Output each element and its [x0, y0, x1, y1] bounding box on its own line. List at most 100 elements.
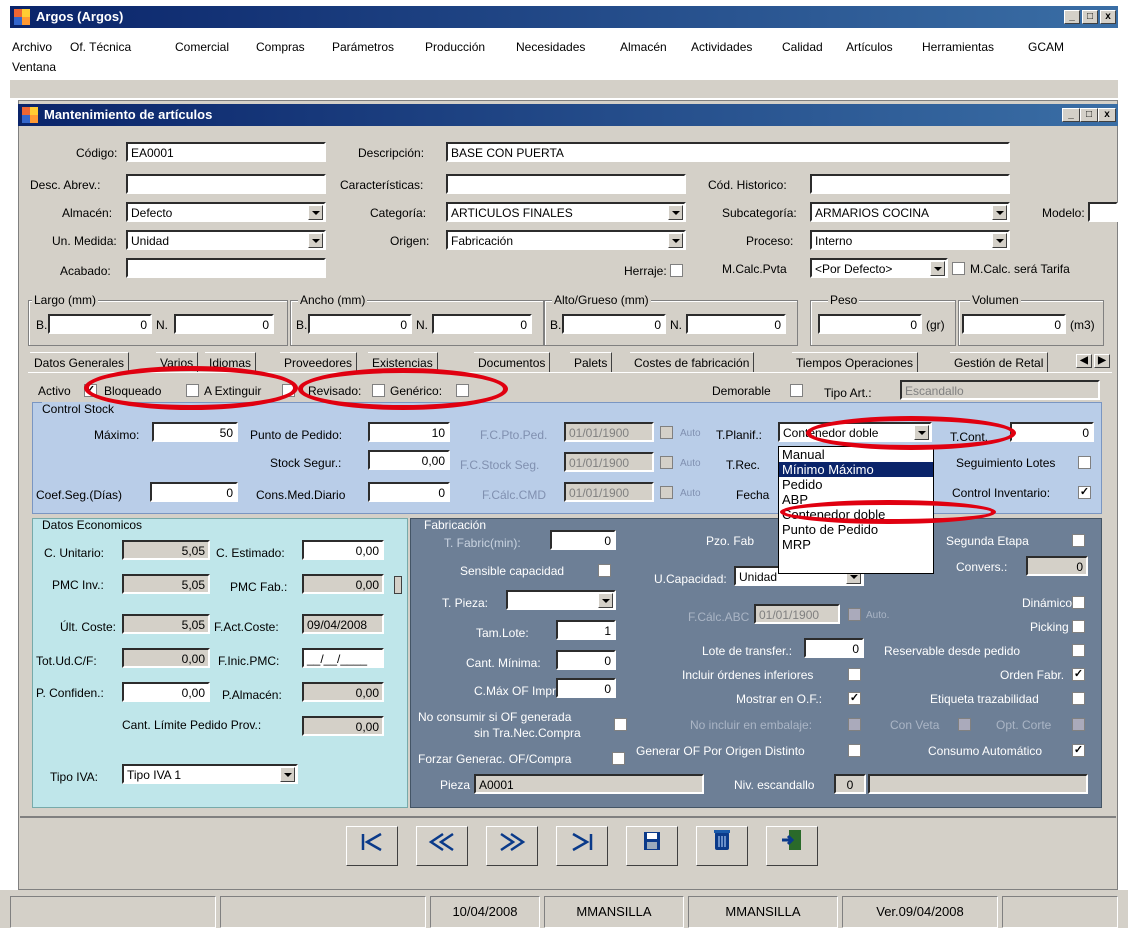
- finic-pmc-field[interactable]: __/__/____: [302, 648, 384, 668]
- menu-comercial[interactable]: Comercial: [175, 40, 229, 54]
- fc-stock-auto-checkbox[interactable]: [660, 456, 673, 469]
- cod-historico-field[interactable]: [810, 174, 1010, 194]
- seg-lotes-checkbox[interactable]: [1078, 456, 1091, 469]
- picking-checkbox[interactable]: [1072, 620, 1085, 633]
- tab-datos-generales[interactable]: Datos Generales: [30, 352, 130, 372]
- menu-articulos[interactable]: Artículos: [846, 40, 893, 54]
- chevron-down-icon[interactable]: [668, 205, 683, 220]
- save-button[interactable]: [626, 826, 678, 866]
- chevron-down-icon[interactable]: [992, 205, 1007, 220]
- descripcion-field[interactable]: BASE CON PUERTA: [446, 142, 1010, 162]
- fc-calc-auto-checkbox[interactable]: [660, 486, 673, 499]
- coef-seg-field[interactable]: 0: [150, 482, 238, 502]
- consumo-checkbox[interactable]: ✓: [1072, 744, 1085, 757]
- dropdown-option-punto-pedido[interactable]: Punto de Pedido: [779, 522, 933, 537]
- forzar-checkbox[interactable]: [612, 752, 625, 765]
- maximize-button[interactable]: □: [1082, 10, 1098, 24]
- almacen-select[interactable]: Defecto: [126, 202, 326, 222]
- tab-costes-fabricacion[interactable]: Costes de fabricación: [630, 352, 755, 372]
- t-pieza-select[interactable]: [506, 590, 616, 610]
- menu-almacen[interactable]: Almacén: [620, 40, 667, 54]
- chevron-down-icon[interactable]: [308, 233, 323, 248]
- pmc-fab-button[interactable]: [394, 576, 402, 594]
- child-close-button[interactable]: x: [1098, 108, 1116, 122]
- alto-b-field[interactable]: 0: [562, 314, 666, 334]
- desc-abrev-field[interactable]: [126, 174, 326, 194]
- tab-proveedores[interactable]: Proveedores: [280, 352, 358, 372]
- close-button[interactable]: x: [1100, 10, 1116, 24]
- menu-necesidades[interactable]: Necesidades: [516, 40, 585, 54]
- alto-n-field[interactable]: 0: [686, 314, 786, 334]
- segunda-etapa-checkbox[interactable]: [1072, 534, 1085, 547]
- dropdown-option-pedido[interactable]: Pedido: [779, 477, 933, 492]
- acabado-field[interactable]: [126, 258, 326, 278]
- maximo-field[interactable]: 50: [152, 422, 238, 442]
- punto-pedido-field[interactable]: 10: [368, 422, 450, 442]
- menu-actividades[interactable]: Actividades: [691, 40, 752, 54]
- menu-ventana[interactable]: Ventana: [12, 60, 56, 74]
- mcalc-tarifa-checkbox[interactable]: [952, 262, 965, 275]
- last-record-button[interactable]: [556, 826, 608, 866]
- t-fabric-field[interactable]: 0: [550, 530, 616, 550]
- no-incluir-checkbox[interactable]: [848, 718, 861, 731]
- chevron-down-icon[interactable]: [280, 767, 295, 782]
- reservable-checkbox[interactable]: [1072, 644, 1085, 657]
- menu-gcam[interactable]: GCAM: [1028, 40, 1064, 54]
- etiqueta-checkbox[interactable]: [1072, 692, 1085, 705]
- dinamico-checkbox[interactable]: [1072, 596, 1085, 609]
- mcalc-select[interactable]: <Por Defecto>: [810, 258, 948, 278]
- child-maximize-button[interactable]: □: [1080, 108, 1098, 122]
- chevron-down-icon[interactable]: [930, 261, 945, 276]
- chevron-down-icon[interactable]: [598, 593, 613, 608]
- fcalc-abc-auto-checkbox[interactable]: [848, 608, 861, 621]
- control-inv-checkbox[interactable]: ✓: [1078, 486, 1091, 499]
- cons-med-field[interactable]: 0: [368, 482, 450, 502]
- chevron-down-icon[interactable]: [668, 233, 683, 248]
- dropdown-option-mrp[interactable]: MRP: [779, 537, 933, 552]
- fc-pto-auto-checkbox[interactable]: [660, 426, 673, 439]
- tcont-field[interactable]: 0: [1010, 422, 1094, 442]
- peso-field[interactable]: 0: [818, 314, 922, 334]
- lote-transf-field[interactable]: 0: [804, 638, 864, 658]
- chevron-down-icon[interactable]: [308, 205, 323, 220]
- caracteristicas-field[interactable]: [446, 174, 686, 194]
- minimize-button[interactable]: _: [1064, 10, 1080, 24]
- cant-minima-field[interactable]: 0: [556, 650, 616, 670]
- menu-calidad[interactable]: Calidad: [782, 40, 823, 54]
- delete-button[interactable]: [696, 826, 748, 866]
- orden-fabr-checkbox[interactable]: ✓: [1072, 668, 1085, 681]
- menu-herramientas[interactable]: Herramientas: [922, 40, 994, 54]
- sensible-checkbox[interactable]: [598, 564, 611, 577]
- volumen-field[interactable]: 0: [962, 314, 1066, 334]
- categoria-select[interactable]: ARTICULOS FINALES: [446, 202, 686, 222]
- incluir-ordenes-checkbox[interactable]: [848, 668, 861, 681]
- tab-documentos[interactable]: Documentos: [474, 352, 551, 372]
- proceso-select[interactable]: Interno: [810, 230, 1010, 250]
- herraje-checkbox[interactable]: [670, 264, 683, 277]
- tab-scroll-right-icon[interactable]: ▶: [1094, 354, 1110, 368]
- con-veta-checkbox[interactable]: [958, 718, 971, 731]
- exit-button[interactable]: [766, 826, 818, 866]
- tab-scroll-left-icon[interactable]: ◀: [1076, 354, 1092, 368]
- next-record-button[interactable]: [486, 826, 538, 866]
- opt-corte-checkbox[interactable]: [1072, 718, 1085, 731]
- modelo-field[interactable]: [1088, 202, 1118, 222]
- menu-archivo[interactable]: Archivo: [12, 40, 52, 54]
- tab-gestion-retal[interactable]: Gestión de Retal: [950, 352, 1049, 372]
- origen-select[interactable]: Fabricación: [446, 230, 686, 250]
- tab-palets[interactable]: Palets: [570, 352, 613, 372]
- generar-of-checkbox[interactable]: [848, 744, 861, 757]
- ancho-n-field[interactable]: 0: [432, 314, 532, 334]
- largo-n-field[interactable]: 0: [174, 314, 274, 334]
- prev-record-button[interactable]: [416, 826, 468, 866]
- menu-compras[interactable]: Compras: [256, 40, 305, 54]
- dropdown-option-minimo-maximo[interactable]: Mínimo Máximo: [779, 462, 933, 477]
- c-estimado-field[interactable]: 0,00: [302, 540, 384, 560]
- tam-lote-field[interactable]: 1: [556, 620, 616, 640]
- largo-b-field[interactable]: 0: [48, 314, 152, 334]
- stock-segur-field[interactable]: 0,00: [368, 450, 450, 470]
- menu-produccion[interactable]: Producción: [425, 40, 485, 54]
- subcategoria-select[interactable]: ARMARIOS COCINA: [810, 202, 1010, 222]
- codigo-field[interactable]: EA0001: [126, 142, 326, 162]
- menu-of-tecnica[interactable]: Of. Técnica: [70, 40, 131, 54]
